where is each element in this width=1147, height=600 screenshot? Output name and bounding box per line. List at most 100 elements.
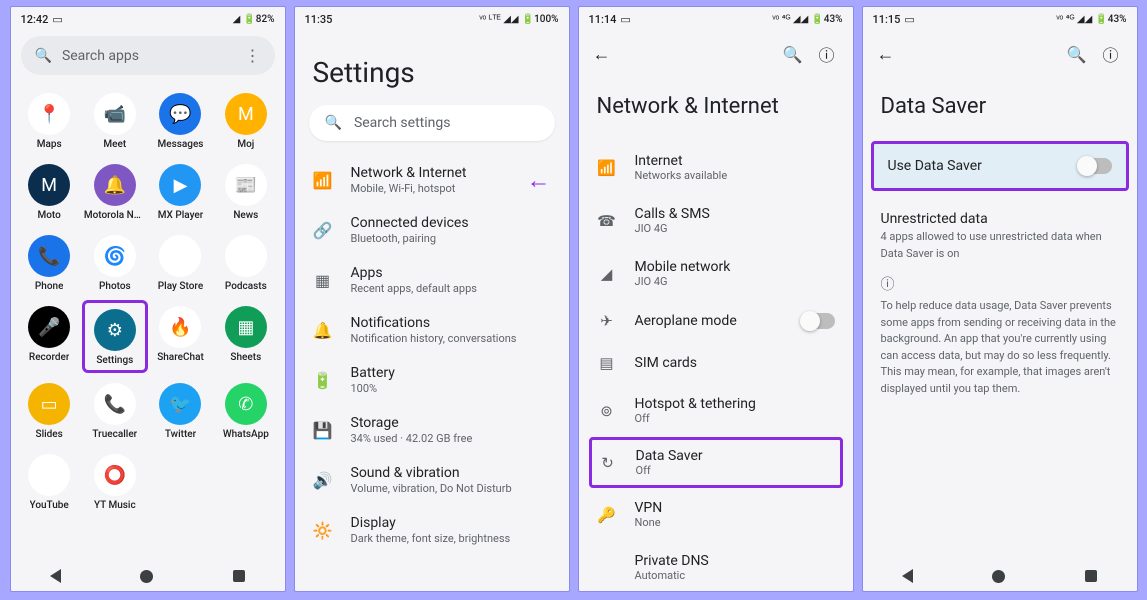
setting-apps[interactable]: ▦AppsRecent apps, default apps [295,255,569,305]
nav-home-button[interactable] [140,570,153,583]
annotation-arrow-icon: ← [527,166,551,195]
app-icon: 🌀 [94,235,136,277]
row-title: Mobile network [635,259,835,275]
row-icon: 📶 [597,159,617,177]
setting-storage[interactable]: 💾Storage34% used · 42.02 GB free [295,405,569,455]
app-slides[interactable]: ▭Slides [17,377,82,444]
app-whatsapp[interactable]: ✆WhatsApp [213,377,278,444]
setting-battery[interactable]: 🔋Battery100% [295,355,569,405]
app-sheets[interactable]: ▦Sheets [213,300,278,373]
back-button[interactable]: ← [877,44,895,65]
app-motorolanoti[interactable]: 🔔Motorola Noti... [82,158,148,225]
app-news[interactable]: 📰News [213,158,278,225]
more-icon[interactable]: ⋮ [245,46,261,65]
app-sharechat[interactable]: 🔥ShareChat [148,300,213,373]
network-internet[interactable]: 📶InternetNetworks available [579,141,853,194]
battery-text: 🔋100% [522,14,559,25]
help-icon[interactable]: ⓘ [1098,38,1122,70]
app-moj[interactable]: MMoj [213,87,278,154]
use-data-saver-row[interactable]: Use Data Saver [871,141,1129,191]
app-moto[interactable]: MMoto [17,158,82,225]
setting-icon: 📶 [313,171,333,190]
app-label: Podcasts [225,281,267,292]
app-twitter[interactable]: 🐦 Twitter [148,377,213,444]
setting-network---internet[interactable]: 📶Network & InternetMobile, Wi-Fi, hotspo… [295,155,569,205]
nav-recent-button[interactable] [233,570,245,582]
setting-sub: 34% used · 42.02 GB free [351,432,551,445]
setting-icon: 🔆 [313,521,333,540]
screen-data-saver: 11:15 ▭ ᵛᵒ ⁴ᴳ ◢◢ 🔋43% ← 🔍 ⓘ Data Saver U… [862,6,1138,592]
nav-home-button[interactable] [992,570,1005,583]
app-icon: 🔔 [94,164,136,206]
status-icon: ▭ [620,13,630,26]
row-icon: 🔑 [597,506,617,524]
app-label: Play Store [158,281,203,292]
nav-recent-button[interactable] [1085,570,1097,582]
network-sim-cards[interactable]: ▤SIM cards [579,342,853,384]
app-icon: ✆ [225,383,267,425]
app-label: YT Music [94,500,136,511]
screen-settings: 11:35 ᵛᵒ ᴸᵀᴱ ◢◢ 🔋100% Settings 🔍 Search … [294,6,570,592]
setting-sub: Dark theme, font size, brightness [351,532,551,545]
setting-title: Apps [351,265,551,281]
network-vpn[interactable]: 🔑VPNNone [579,488,853,541]
app-messages[interactable]: 💬Messages [148,87,213,154]
network-mobile-network[interactable]: ◢Mobile networkJIO 4G [579,247,853,300]
unrestricted-title[interactable]: Unrestricted data [863,191,1137,229]
app-icon: 📹 [94,93,136,135]
screen-network-internet: 11:14 ▭ ᵛᵒ ⁴ᴳ ◢◢ 🔋43% ← 🔍 ⓘ Network & In… [578,6,854,592]
page-title: Network & Internet [579,74,853,141]
nav-back-button[interactable] [50,569,61,583]
app-photos[interactable]: 🌀Photos [82,229,148,296]
app-icon: M [28,164,70,206]
row-title: SIM cards [635,355,835,371]
back-button[interactable]: ← [593,44,611,65]
search-placeholder: Search settings [354,115,451,131]
app-youtube[interactable]: ▶ YouTube [17,448,82,515]
app-ytmusic[interactable]: ⭕YT Music [82,448,148,515]
app-recorder[interactable]: 🎤Recorder [17,300,82,373]
setting-notifications[interactable]: 🔔NotificationsNotification history, conv… [295,305,569,355]
setting-icon: 🔗 [313,221,333,240]
app-label: Recorder [29,352,70,363]
setting-sub: Recent apps, default apps [351,282,551,295]
app-icon: 🔥 [159,306,201,348]
app-icon: ▶ [28,454,70,496]
status-bar: 11:15 ▭ ᵛᵒ ⁴ᴳ ◢◢ 🔋43% [863,7,1137,30]
signal-icons: ᵛᵒ ᴸᵀᴱ ◢◢ [479,14,518,25]
setting-sub: Volume, vibration, Do Not Disturb [351,482,551,495]
network-calls---sms[interactable]: ☎Calls & SMSJIO 4G [579,194,853,247]
app-icon: 📍 [28,93,70,135]
help-icon[interactable]: ⓘ [814,38,838,70]
app-playstore[interactable]: ▶Play Store [148,229,213,296]
aeroplane-toggle[interactable] [801,313,835,329]
app-settings[interactable]: ⚙Settings [82,300,148,373]
search-apps-input[interactable]: 🔍 Search apps ⋮ [21,36,275,75]
row-icon: ↻ [598,454,618,472]
app-meet[interactable]: 📹Meet [82,87,148,154]
app-label: Twitter [165,429,196,440]
network-private-dns[interactable]: Private DNSAutomatic [579,541,853,592]
app-phone[interactable]: 📞Phone [17,229,82,296]
setting-icon: 🔋 [313,371,333,390]
app-label: YouTube [30,500,69,511]
app-mxplayer[interactable]: ▶MX Player [148,158,213,225]
data-saver-toggle[interactable] [1078,158,1112,174]
app-truecaller[interactable]: 📞Truecaller [82,377,148,444]
search-settings-input[interactable]: 🔍 Search settings [309,105,555,141]
nav-back-button[interactable] [902,569,913,583]
search-icon[interactable]: 🔍 [1063,41,1091,68]
network-data-saver[interactable]: ↻Data SaverOff [589,437,843,488]
network-aeroplane-mode[interactable]: ✈Aeroplane mode [579,300,853,342]
screenshot-container: 12:42 ▭ ◢ 🔋82% 🔍 Search apps ⋮ 📍Maps📹Mee… [6,6,1141,592]
app-icon: ▶ [159,164,201,206]
app-icon: 🐦 [159,383,201,425]
setting-connected-devices[interactable]: 🔗Connected devicesBluetooth, pairing [295,205,569,255]
android-navbar [863,559,1137,591]
app-maps[interactable]: 📍Maps [17,87,82,154]
setting-display[interactable]: 🔆DisplayDark theme, font size, brightnes… [295,505,569,555]
search-icon[interactable]: 🔍 [779,41,807,68]
app-podcasts[interactable]: 🎙Podcasts [213,229,278,296]
network-hotspot---tethering[interactable]: ⊚Hotspot & tetheringOff [579,384,853,437]
setting-sound---vibration[interactable]: 🔊Sound & vibrationVolume, vibration, Do … [295,455,569,505]
